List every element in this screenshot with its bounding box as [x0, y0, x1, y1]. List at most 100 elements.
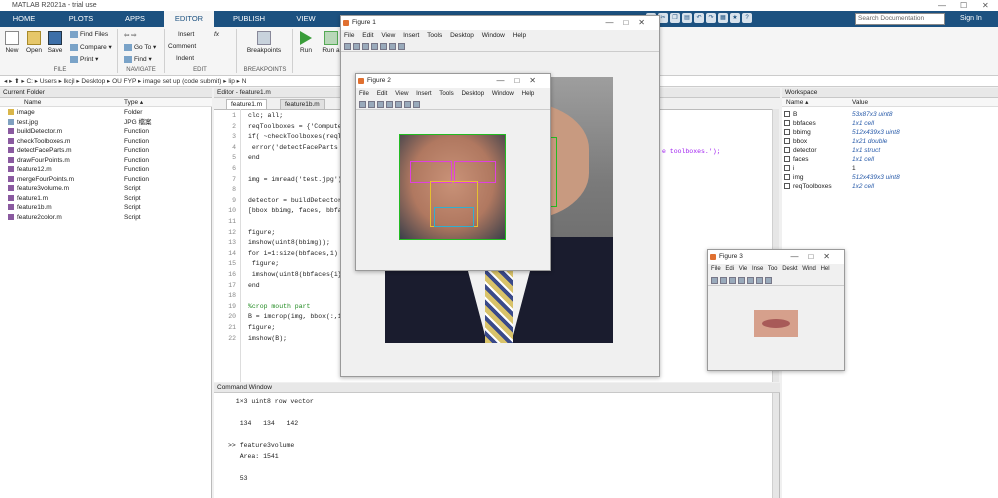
colorbar-icon[interactable] [404, 101, 411, 108]
figure2-window-controls[interactable]: —□✕ [496, 74, 546, 88]
link-icon[interactable] [395, 101, 402, 108]
indent-button[interactable]: Indent [176, 55, 194, 62]
figure3-menu-insert[interactable]: Inse [752, 266, 763, 272]
figure3-titlebar[interactable]: Figure 3 —□✕ [708, 250, 844, 264]
figure2-menu-help[interactable]: Help [522, 90, 535, 97]
code-line[interactable]: if( ~checkToolboxes(reqTo [248, 133, 346, 140]
workspace-variable-row[interactable]: B 53x87x3 uint8 [782, 110, 998, 119]
new-figure-icon[interactable] [359, 101, 366, 108]
save-button[interactable]: Save [46, 31, 64, 54]
go-to-button[interactable]: Go To ▾ [124, 43, 156, 51]
save-icon[interactable] [729, 277, 736, 284]
back-arrow-icon[interactable]: ⇦ [124, 32, 129, 39]
file-row[interactable]: feature12.m Function [0, 165, 212, 175]
open-icon[interactable] [368, 101, 375, 108]
figure1-menu-help[interactable]: Help [513, 32, 526, 39]
code-line[interactable]: [bbox bbimg, faces, bbfac [248, 207, 346, 214]
figure1-menu-desktop[interactable]: Desktop [450, 32, 474, 39]
open-icon[interactable] [353, 43, 360, 50]
link-icon[interactable] [380, 43, 387, 50]
breakpoints-button[interactable]: Breakpoints [244, 31, 284, 54]
workspace-variable-row[interactable]: bbfaces 1x1 cell [782, 119, 998, 128]
figure1-menu-view[interactable]: View [381, 32, 395, 39]
tab-view[interactable]: VIEW [288, 11, 324, 27]
minimize-button[interactable]: — [938, 0, 946, 11]
sign-in-link[interactable]: Sign In [960, 11, 982, 27]
switch-windows-icon[interactable]: ▦ [718, 13, 728, 23]
legend-icon[interactable] [765, 277, 772, 284]
figure1-titlebar[interactable]: Figure 1 —□✕ [341, 16, 659, 30]
command-window[interactable] [214, 393, 780, 498]
file-row[interactable]: feature3volume.m Script [0, 184, 212, 194]
code-line[interactable]: %crop mouth part [248, 303, 310, 310]
undo-icon[interactable]: ↶ [694, 13, 704, 23]
code-line[interactable]: figure; [248, 229, 275, 236]
file-row[interactable]: detectFaceParts.m Function [0, 146, 212, 156]
find-button[interactable]: Find ▾ [124, 55, 152, 63]
insert-button[interactable]: Insert [178, 31, 194, 38]
code-line[interactable]: imshow(uint8(bbimg)); [248, 239, 330, 246]
new-figure-icon[interactable] [711, 277, 718, 284]
code-line[interactable]: end [248, 154, 260, 161]
editor-tab-feature1b[interactable]: feature1b.m [280, 99, 325, 109]
figure3-menu-desktop[interactable]: Deskt [782, 266, 797, 272]
figure1-menu-file[interactable]: File [344, 32, 354, 39]
save-icon[interactable] [362, 43, 369, 50]
file-row[interactable]: feature1.m Script [0, 194, 212, 204]
print-icon[interactable] [738, 277, 745, 284]
code-line[interactable]: imshow(uint8(bbfaces{i} [248, 271, 342, 278]
new-figure-icon[interactable] [344, 43, 351, 50]
code-line[interactable]: figure; [248, 260, 279, 267]
column-name[interactable]: Name [24, 98, 41, 107]
command-scrollbar[interactable] [772, 393, 779, 498]
save-icon[interactable] [377, 101, 384, 108]
workspace-variable-row[interactable]: i1 [782, 164, 998, 173]
workspace-variable-row[interactable]: detector 1x1 struct [782, 146, 998, 155]
run-and-advance-button[interactable]: Run a [322, 31, 340, 54]
figure2-menu-tools[interactable]: Tools [439, 90, 453, 97]
tab-home[interactable]: HOME [4, 11, 44, 27]
forward-arrow-icon[interactable]: ⇨ [131, 32, 136, 39]
figure2-menu-view[interactable]: View [395, 90, 408, 97]
find-files-button[interactable]: Find Files [70, 31, 108, 38]
column-var-value[interactable]: Value [852, 98, 868, 107]
print-icon[interactable] [386, 101, 393, 108]
link-icon[interactable] [747, 277, 754, 284]
figure1-menu-edit[interactable]: Edit [362, 32, 373, 39]
workspace-variable-row[interactable]: bbox 1x21 double [782, 137, 998, 146]
code-line[interactable]: clc; all; [248, 112, 283, 119]
code-line[interactable]: detector = buildDetector( [248, 197, 346, 204]
tab-publish[interactable]: PUBLISH [226, 11, 272, 27]
tab-apps[interactable]: APPS [116, 11, 154, 27]
figure2-menu-insert[interactable]: Insert [416, 90, 431, 97]
figure1-menu-window[interactable]: Window [482, 32, 505, 39]
figure3-menu-file[interactable]: File [711, 266, 721, 272]
colorbar-icon[interactable] [756, 277, 763, 284]
editor-tab-feature1[interactable]: feature1.m [226, 99, 268, 109]
figure3-menu-tools[interactable]: Too [768, 266, 778, 272]
figure3-window[interactable]: Figure 3 —□✕ File Edi Vie Inse Too Deskt … [707, 249, 845, 371]
figure3-menu-view[interactable]: Vie [739, 266, 748, 272]
legend-icon[interactable] [398, 43, 405, 50]
code-line[interactable]: figure; [248, 324, 275, 331]
figure3-menu-edit[interactable]: Edi [725, 266, 734, 272]
file-row[interactable]: image Folder [0, 108, 212, 118]
file-row[interactable]: test.jpg JPG 檔案 [0, 118, 212, 128]
code-line[interactable]: B = imcrop(img, bbox(:,1 [248, 313, 342, 320]
figure2-menu-window[interactable]: Window [492, 90, 514, 97]
figure2-window[interactable]: Figure 2 —□✕ File Edit View Insert Tools … [355, 73, 551, 271]
figure1-window-controls[interactable]: —□✕ [605, 16, 655, 30]
figure2-menu-edit[interactable]: Edit [377, 90, 388, 97]
compare-button[interactable]: Compare ▾ [70, 43, 112, 51]
copy-icon[interactable]: ❐ [670, 13, 680, 23]
workspace-variable-row[interactable]: bbimg 512x439x3 uint8 [782, 128, 998, 137]
file-row[interactable]: feature2color.m Script [0, 213, 212, 223]
figure2-menu-desktop[interactable]: Desktop [461, 90, 484, 97]
tab-plots[interactable]: PLOTS [60, 11, 102, 27]
code-line[interactable]: img = imread('test.jpg'); [248, 176, 346, 183]
comment-button[interactable]: Comment [168, 43, 196, 50]
code-line[interactable]: for i=1:size(bbfaces,1) [248, 250, 338, 257]
back-forward-buttons[interactable]: ⇦ ⇨ [124, 31, 137, 39]
file-row[interactable]: mergeFourPoints.m Function [0, 175, 212, 185]
workspace-variable-row[interactable]: faces 1x1 cell [782, 155, 998, 164]
